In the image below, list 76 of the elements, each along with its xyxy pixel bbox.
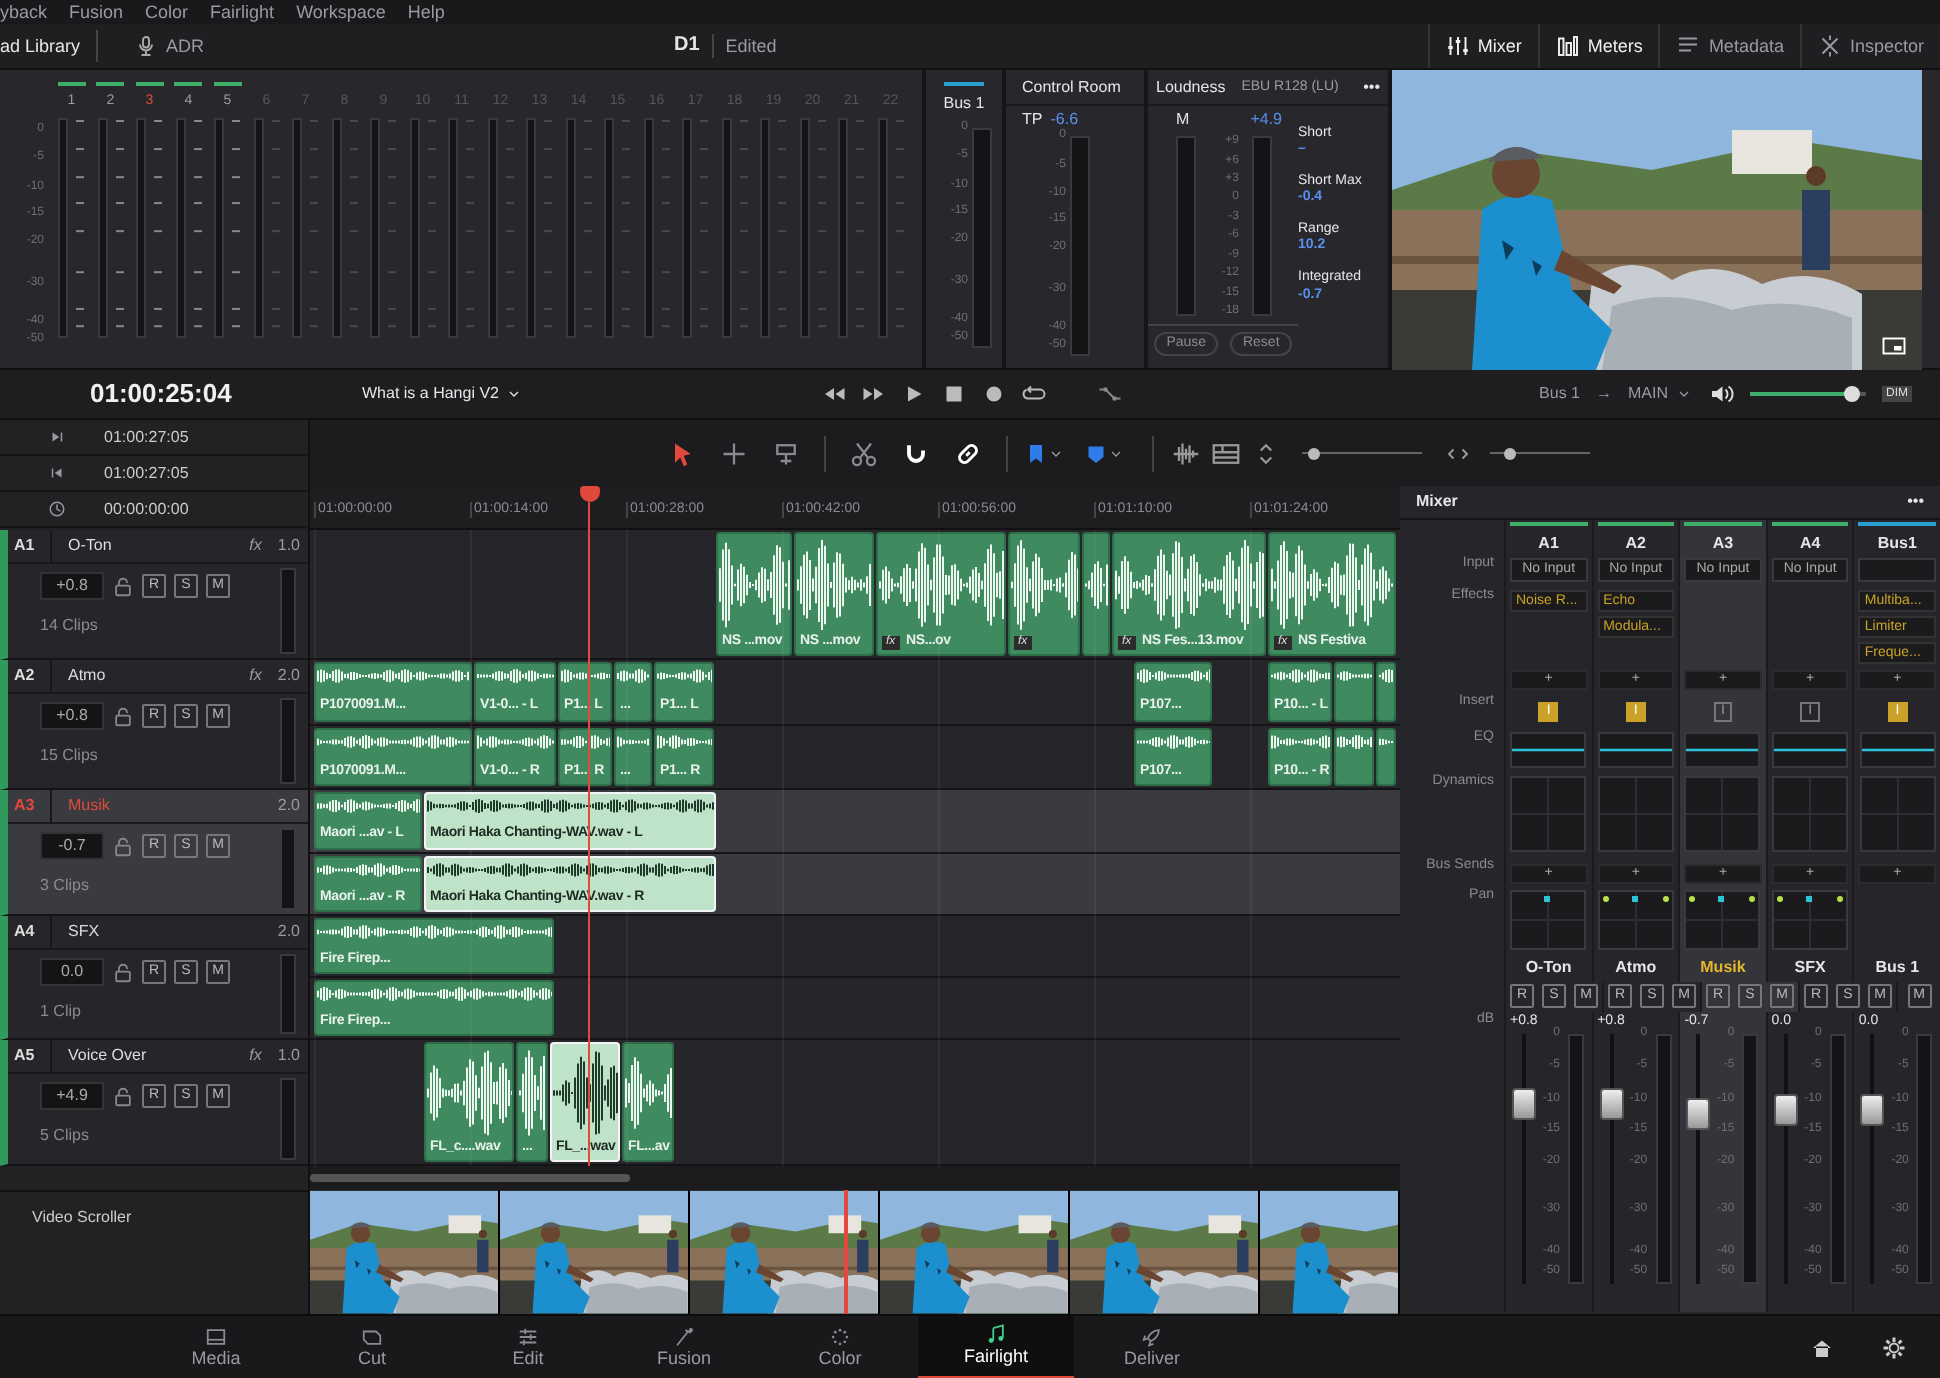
more-button[interactable]: ••• bbox=[1907, 492, 1924, 512]
strip-id: Bus1 bbox=[1877, 534, 1917, 553]
menu-item[interactable]: Workspace bbox=[296, 1, 386, 23]
clip-count: 5 Clips bbox=[40, 1126, 91, 1145]
page-tab[interactable]: Deliver bbox=[1074, 1316, 1230, 1378]
menu-item[interactable]: yback bbox=[0, 1, 48, 23]
track-name[interactable]: SFX bbox=[52, 922, 278, 942]
clip-count: 1 Clip bbox=[40, 1002, 83, 1021]
route-arrow: → bbox=[1596, 384, 1612, 404]
timecode: 00:00:00:00 bbox=[104, 499, 189, 519]
channel-format: 1.0 bbox=[277, 1046, 300, 1066]
volume-field[interactable]: 0.0 bbox=[40, 958, 104, 986]
panel-title: Mixer bbox=[1416, 492, 1458, 512]
volume-field[interactable]: -0.7 bbox=[40, 832, 104, 860]
timecode-display: 01:00:25:04 bbox=[90, 379, 234, 409]
tp-label: TP bbox=[1022, 110, 1043, 129]
strip-id: A3 bbox=[1712, 534, 1734, 553]
page-tab[interactable]: Media bbox=[138, 1316, 294, 1378]
m-label: M bbox=[1176, 110, 1190, 129]
strip-id: A4 bbox=[1799, 534, 1821, 553]
channel-format: 2.0 bbox=[277, 796, 300, 816]
tp-value: -6.6 bbox=[1050, 110, 1079, 129]
strip-name: O-Ton bbox=[1525, 958, 1572, 977]
timeline-name: D1 bbox=[674, 34, 700, 58]
output-dropdown[interactable]: MAIN bbox=[1628, 384, 1692, 404]
panel-title: Loudness bbox=[1156, 78, 1226, 97]
page-tab[interactable]: Fairlight bbox=[918, 1316, 1074, 1378]
clip-count: 15 Clips bbox=[40, 746, 100, 765]
timecode: 01:00:27:05 bbox=[104, 427, 189, 447]
m-value: +4.9 bbox=[1250, 110, 1282, 129]
track-name[interactable]: Voice Over bbox=[52, 1046, 250, 1066]
track-id: A4 bbox=[8, 916, 52, 948]
edit-status: Edited bbox=[725, 35, 777, 57]
bus-title: Bus 1 bbox=[943, 94, 985, 113]
track-name[interactable]: Atmo bbox=[52, 666, 250, 686]
volume-field[interactable]: +0.8 bbox=[40, 702, 104, 730]
output-bus[interactable]: Bus 1 bbox=[1539, 384, 1580, 404]
strip-id: A1 bbox=[1538, 534, 1559, 553]
fx-label: fx bbox=[249, 536, 262, 556]
panel-toggle[interactable]: Inspector bbox=[1799, 24, 1940, 68]
library-tab[interactable]: ad Library bbox=[0, 35, 81, 57]
track-id: A1 bbox=[8, 530, 52, 562]
panel-toggle[interactable]: Meters bbox=[1537, 24, 1659, 68]
page-tab[interactable]: Cut bbox=[294, 1316, 450, 1378]
clip-count: 14 Clips bbox=[40, 616, 100, 635]
track-id: A5 bbox=[8, 1040, 52, 1072]
strip-name: SFX bbox=[1794, 958, 1826, 977]
adr-tab[interactable]: ADR bbox=[166, 35, 205, 57]
fx-label: fx bbox=[249, 1046, 262, 1066]
page-tab[interactable]: Fusion bbox=[606, 1316, 762, 1378]
timeline-dropdown[interactable]: What is a Hangi V2 bbox=[362, 384, 822, 404]
panel-toggle[interactable]: Metadata bbox=[1658, 24, 1800, 68]
strip-name: Atmo bbox=[1615, 958, 1657, 977]
track-name[interactable]: O-Ton bbox=[52, 536, 250, 556]
menu-item[interactable]: Color bbox=[145, 1, 189, 23]
panel-title: Control Room bbox=[1006, 70, 1144, 107]
panel-toggle[interactable]: Mixer bbox=[1427, 24, 1538, 68]
page-tab[interactable]: Color bbox=[762, 1316, 918, 1378]
channel-format: 2.0 bbox=[277, 666, 300, 686]
more-button[interactable]: ••• bbox=[1363, 78, 1380, 97]
track-id: A2 bbox=[8, 660, 52, 692]
menu-item[interactable]: Help bbox=[407, 1, 445, 23]
strip-name: Bus 1 bbox=[1875, 958, 1920, 977]
timecode: 01:00:27:05 bbox=[104, 463, 189, 483]
page-tab[interactable]: Edit bbox=[450, 1316, 606, 1378]
volume-field[interactable]: +0.8 bbox=[40, 572, 104, 600]
track-id: A3 bbox=[8, 790, 52, 822]
channel-format: 2.0 bbox=[277, 922, 300, 942]
clip-count: 3 Clips bbox=[40, 876, 91, 895]
volume-field[interactable]: +4.9 bbox=[40, 1082, 104, 1110]
strip-id: A2 bbox=[1625, 534, 1646, 553]
channel-format: 1.0 bbox=[277, 536, 300, 556]
strip-name: Musik bbox=[1700, 958, 1746, 977]
menu-item[interactable]: Fairlight bbox=[210, 1, 275, 23]
fx-label: fx bbox=[249, 666, 262, 686]
menu-item[interactable]: Fusion bbox=[69, 1, 124, 23]
